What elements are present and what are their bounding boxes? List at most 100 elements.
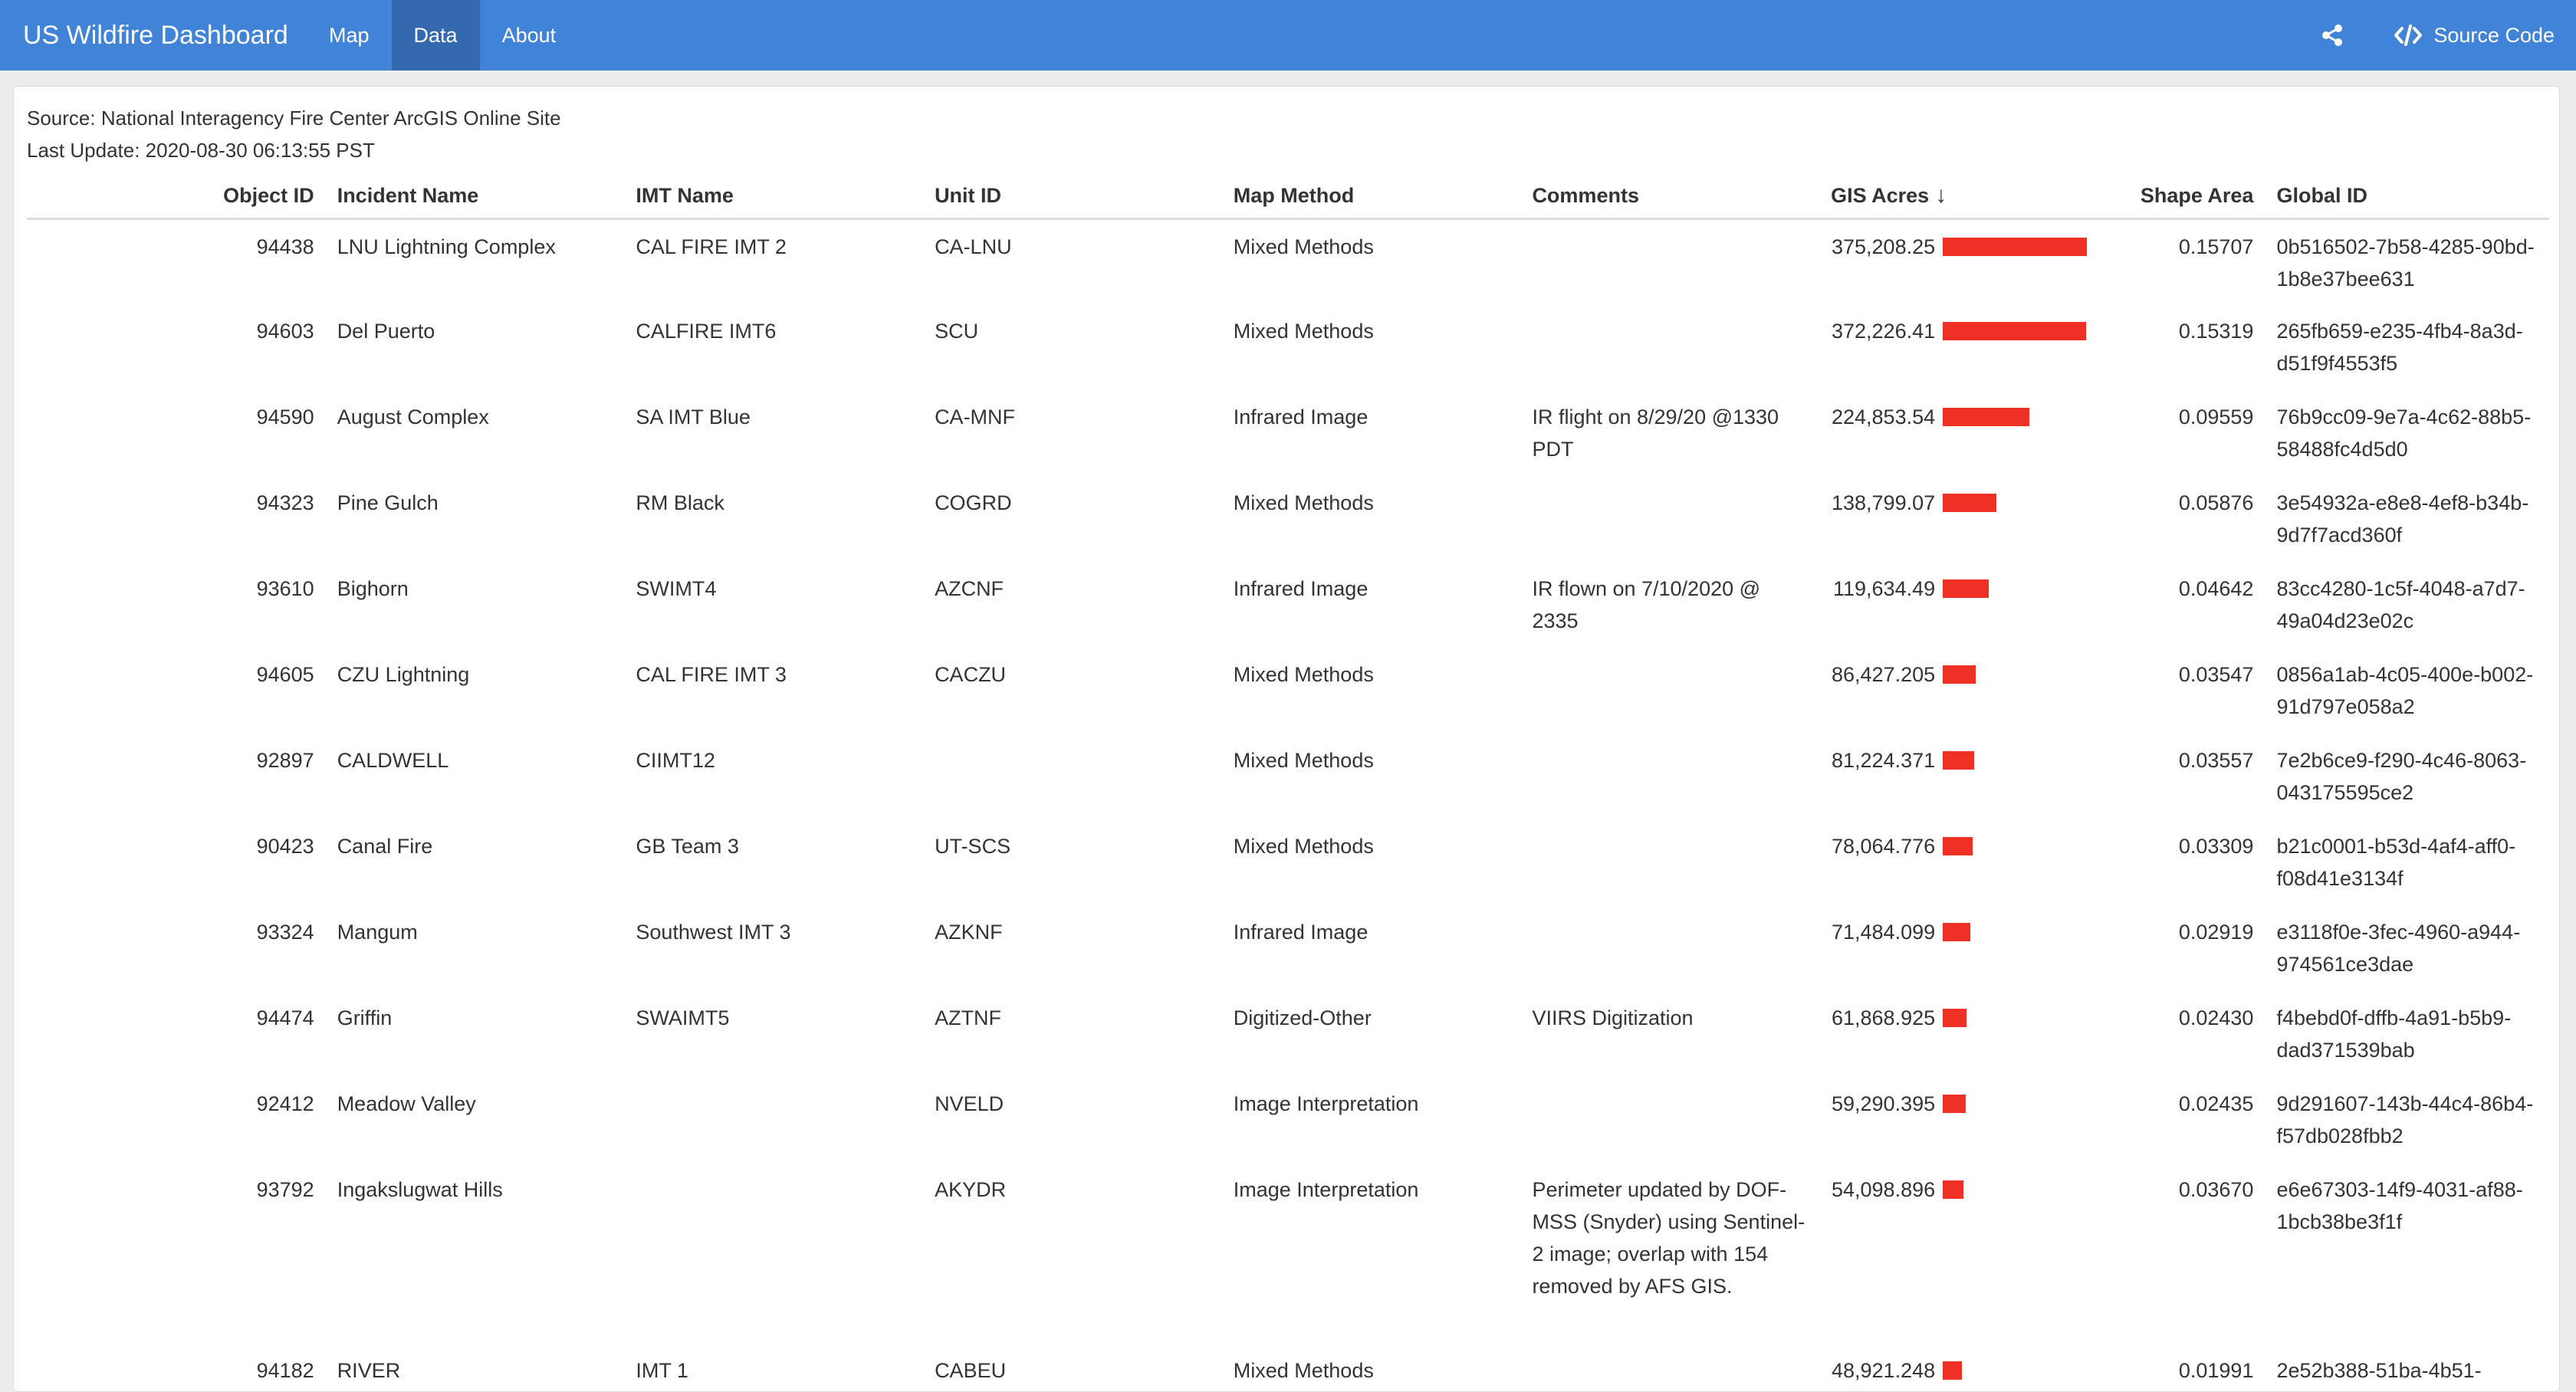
cell-global-id: 0856a1ab-4c05-400e-b002-91d797e058a2 <box>2276 663 2534 718</box>
tab-map[interactable]: Map <box>307 0 392 71</box>
cell-shape-area: 0.03309 <box>2178 835 2254 858</box>
source-info: Source: National Interagency Fire Center… <box>27 102 561 166</box>
cell-map-method: Infrared Image <box>1233 577 1368 600</box>
col-header-imt-name[interactable]: IMT Name <box>624 174 924 220</box>
table-row[interactable]: 92897 CALDWELL CIIMT12 Mixed Methods 81,224.… <box>27 734 2549 819</box>
cell-comments: IR flight on 8/29/20 @1330 PDT <box>1532 405 1779 461</box>
cell-comments <box>1520 1077 1819 1163</box>
acres-cell: 78,064.776 <box>1831 830 2107 862</box>
cell-imt-name: CIIMT12 <box>636 749 715 772</box>
cell-shape-area: 0.05876 <box>2178 491 2254 514</box>
cell-incident-name: RIVER <box>337 1359 401 1382</box>
cell-imt-name: CALFIRE IMT6 <box>636 320 777 343</box>
cell-gis-acres: 224,853.54 <box>1819 390 2118 476</box>
col-header-shape-area[interactable]: Shape Area <box>2118 174 2266 220</box>
cell-global-id: 3e54932a-e8e8-4ef8-b34b-9d7f7acd360f <box>2276 491 2529 547</box>
share-button[interactable] <box>2317 20 2348 51</box>
app-brand[interactable]: US Wildfire Dashboard <box>0 0 307 71</box>
col-header-gis-acres[interactable]: GIS Acres ↓ <box>1819 174 2118 220</box>
cell-comments <box>1520 476 1819 562</box>
cell-incident-name: Meadow Valley <box>337 1092 476 1115</box>
source-code-label: Source Code <box>2433 23 2555 47</box>
acres-value: 61,868.925 <box>1831 1006 1936 1029</box>
cell-global-id: e3118f0e-3fec-4960-a944-974561ce3dae <box>2276 921 2521 976</box>
col-header-map-method[interactable]: Map Method <box>1221 174 1521 220</box>
table-row[interactable]: 94603 Del Puerto CALFIRE IMT6 SCU Mixed Meth… <box>27 304 2549 390</box>
cell-gis-acres: 372,226.41 <box>1819 304 2118 390</box>
acres-bar <box>1943 322 2087 340</box>
sort-desc-icon: ↓ <box>1935 182 1947 208</box>
table-row[interactable]: 94323 Pine Gulch RM Black COGRD Mixed Method… <box>27 476 2549 562</box>
cell-global-id: 76b9cc09-9e7a-4c62-88b5-58488fc4d5d0 <box>2276 405 2532 461</box>
cell-map-method: Image Interpretation <box>1233 1092 1419 1115</box>
col-header-unit-id[interactable]: Unit ID <box>923 174 1222 220</box>
table-row[interactable]: 93610 Bighorn SWIMT4 AZCNF Infrared Image IR … <box>27 562 2549 648</box>
cell-map-method: Mixed Methods <box>1233 835 1374 858</box>
cell-object-id: 92412 <box>256 1092 314 1115</box>
cell-shape-area: 0.09559 <box>2178 405 2254 428</box>
table-header-row: Object ID Incident Name IMT Name Unit ID… <box>27 174 2549 220</box>
fire-table: Object ID Incident Name IMT Name Unit ID… <box>27 174 2549 1391</box>
cell-comments <box>1520 648 1819 734</box>
cell-gis-acres: 86,427.205 <box>1819 648 2118 734</box>
gis-acres-label: GIS Acres <box>1831 184 1930 208</box>
cell-imt-name: GB Team 3 <box>636 835 739 858</box>
acres-value: 54,098.896 <box>1831 1178 1936 1201</box>
cell-global-id: 83cc4280-1c5f-4048-a7d7-49a04d23e02c <box>2276 577 2525 632</box>
navbar: US Wildfire Dashboard Map Data About Sou… <box>0 0 2576 71</box>
cell-imt-name: RM Black <box>636 491 724 514</box>
cell-map-method: Image Interpretation <box>1233 1178 1419 1201</box>
table-row[interactable]: 94438 LNU Lightning Complex CAL FIRE IMT 2… <box>27 218 2549 304</box>
col-header-incident-name[interactable]: Incident Name <box>325 174 625 220</box>
data-panel: Source: National Interagency Fire Center… <box>13 86 2560 1392</box>
cell-unit-id: UT-SCS <box>935 835 1011 858</box>
table-row[interactable]: 93324 Mangum Southwest IMT 3 AZKNF Infrared … <box>27 905 2549 991</box>
table-row[interactable]: 93792 Ingakslugwat Hills AKYDR Image Interp… <box>27 1163 2549 1344</box>
cell-global-id: 265fb659-e235-4fb4-8a3d-d51f9f4553f5 <box>2276 320 2523 375</box>
cell-unit-id: NVELD <box>935 1092 1004 1115</box>
cell-object-id: 94438 <box>256 235 314 258</box>
cell-incident-name: Del Puerto <box>337 320 435 343</box>
cell-object-id: 94182 <box>256 1359 314 1382</box>
acres-bar <box>1943 1009 1967 1027</box>
cell-gis-acres: 48,921.248 <box>1819 1344 2118 1391</box>
cell-incident-name: August Complex <box>337 405 489 428</box>
col-header-object-id[interactable]: Object ID <box>27 174 326 220</box>
cell-gis-acres: 78,064.776 <box>1819 819 2118 905</box>
cell-shape-area: 0.03670 <box>2178 1178 2254 1201</box>
acres-cell: 375,208.25 <box>1831 231 2107 263</box>
source-text: Source: National Interagency Fire Center… <box>27 107 561 130</box>
cell-comments <box>1520 905 1819 991</box>
cell-unit-id: CACZU <box>935 663 1007 686</box>
cell-gis-acres: 71,484.099 <box>1819 905 2118 991</box>
table-row[interactable]: 92412 Meadow Valley NVELD Image Interpretat… <box>27 1077 2549 1163</box>
cell-incident-name: Pine Gulch <box>337 491 439 514</box>
acres-bar <box>1943 579 1990 598</box>
cell-unit-id: CABEU <box>935 1359 1007 1382</box>
cell-object-id: 93792 <box>256 1178 314 1201</box>
table-row[interactable]: 94182 RIVER IMT 1 CABEU Mixed Methods 48,921.… <box>27 1344 2549 1391</box>
table-body: 94438 LNU Lightning Complex CAL FIRE IMT 2… <box>27 218 2549 1391</box>
tab-data[interactable]: Data <box>391 0 480 71</box>
cell-shape-area: 0.03557 <box>2178 749 2254 772</box>
table-row[interactable]: 94474 Griffin SWAIMT5 AZTNF Digitized-Other V… <box>27 991 2549 1077</box>
cell-object-id: 94323 <box>256 491 314 514</box>
table-row[interactable]: 90423 Canal Fire GB Team 3 UT-SCS Mixed Meth… <box>27 819 2549 905</box>
cell-gis-acres: 61,868.925 <box>1819 991 2118 1077</box>
col-header-global-id[interactable]: Global ID <box>2265 174 2549 220</box>
table-row[interactable]: 94590 August Complex SA IMT Blue CA-MNF Infr… <box>27 390 2549 476</box>
acres-cell: 86,427.205 <box>1831 658 2107 691</box>
cell-global-id: f4bebd0f-dffb-4a91-b5b9-dad371539bab <box>2276 1006 2512 1062</box>
col-header-comments[interactable]: Comments <box>1520 174 1820 220</box>
cell-unit-id: AZKNF <box>935 921 1003 944</box>
source-code-button[interactable]: Source Code <box>2394 24 2555 48</box>
table-row[interactable]: 94605 CZU Lightning CAL FIRE IMT 3 CACZU Mix… <box>27 648 2549 734</box>
tab-about[interactable]: About <box>480 0 579 71</box>
cell-object-id: 94603 <box>256 320 314 343</box>
cell-gis-acres: 59,290.395 <box>1819 1077 2118 1163</box>
acres-cell: 54,098.896 <box>1831 1174 2107 1206</box>
acres-bar <box>1943 923 1971 941</box>
cell-imt-name: SWAIMT5 <box>636 1006 730 1029</box>
cell-map-method: Mixed Methods <box>1233 235 1374 258</box>
cell-shape-area: 0.03547 <box>2178 663 2254 686</box>
